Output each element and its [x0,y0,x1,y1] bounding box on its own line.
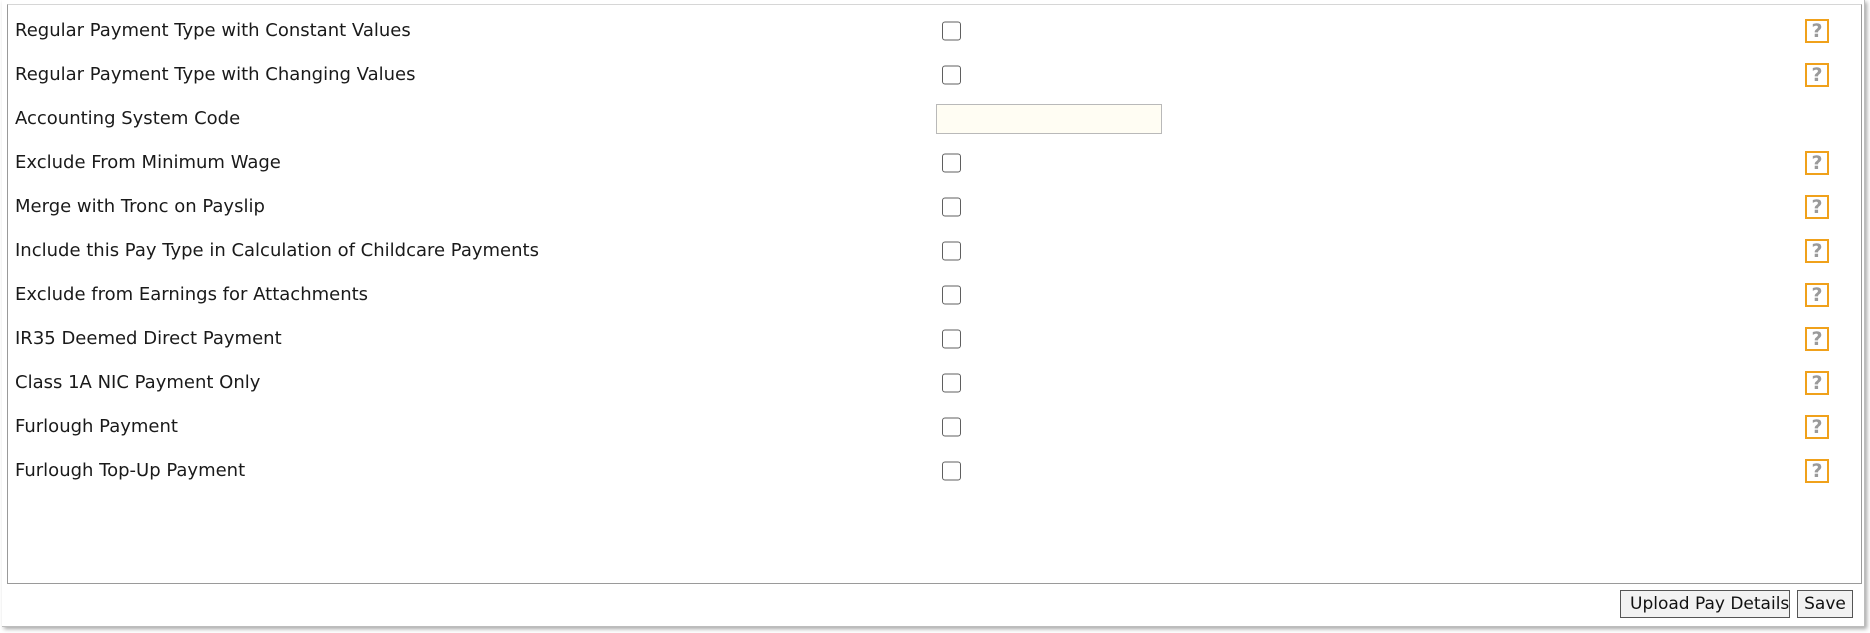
question-mark-icon[interactable]: ? [1805,195,1829,219]
help-glyph: ? [1811,327,1823,350]
question-mark-icon[interactable]: ? [1805,151,1829,175]
label-childcare: Include this Pay Type in Calculation of … [15,240,539,261]
upload-pay-details-button[interactable]: Upload Pay Details [1620,590,1790,618]
question-mark-icon[interactable]: ? [1805,415,1829,439]
accounting-code-input[interactable] [936,104,1162,134]
checkbox-class-1a-nic[interactable] [942,373,961,393]
question-mark-icon[interactable]: ? [1805,239,1829,263]
question-mark-icon[interactable]: ? [1805,327,1829,351]
label-regular-changing: Regular Payment Type with Changing Value… [15,64,416,85]
question-mark-icon[interactable]: ? [1805,19,1829,43]
help-glyph: ? [1811,239,1823,262]
settings-form-panel: Regular Payment Type with Constant Value… [7,4,1862,584]
label-exclude-minimum-wage: Exclude From Minimum Wage [15,152,281,173]
question-mark-icon[interactable]: ? [1805,459,1829,483]
checkbox-merge-tronc[interactable] [942,197,961,217]
checkbox-regular-changing[interactable] [942,65,961,85]
help-glyph: ? [1811,151,1823,174]
checkbox-furlough-top-up[interactable] [942,461,961,481]
label-furlough-top-up: Furlough Top-Up Payment [15,460,246,481]
question-mark-icon[interactable]: ? [1805,63,1829,87]
label-ir35: IR35 Deemed Direct Payment [15,328,282,349]
checkbox-childcare[interactable] [942,241,961,261]
row-furlough-top-up: Furlough Top-Up Payment ? [8,445,1861,497]
pay-type-settings-window: Regular Payment Type with Constant Value… [2,0,1865,627]
question-mark-icon[interactable]: ? [1805,371,1829,395]
label-exclude-attachments: Exclude from Earnings for Attachments [15,284,369,305]
checkbox-regular-constant[interactable] [942,21,961,41]
label-merge-tronc: Merge with Tronc on Payslip [15,196,265,217]
help-glyph: ? [1811,19,1823,42]
help-glyph: ? [1811,63,1823,86]
help-glyph: ? [1811,459,1823,482]
help-glyph: ? [1811,371,1823,394]
checkbox-exclude-minimum-wage[interactable] [942,153,961,173]
label-class-1a-nic: Class 1A NIC Payment Only [15,372,261,393]
help-glyph: ? [1811,195,1823,218]
label-furlough: Furlough Payment [15,416,178,437]
label-accounting-code: Accounting System Code [15,108,241,129]
question-mark-icon[interactable]: ? [1805,283,1829,307]
checkbox-exclude-attachments[interactable] [942,285,961,305]
help-glyph: ? [1811,283,1823,306]
checkbox-ir35[interactable] [942,329,961,349]
help-glyph: ? [1811,415,1823,438]
checkbox-furlough[interactable] [942,417,961,437]
save-button[interactable]: Save [1797,590,1853,618]
label-regular-constant: Regular Payment Type with Constant Value… [15,20,411,41]
